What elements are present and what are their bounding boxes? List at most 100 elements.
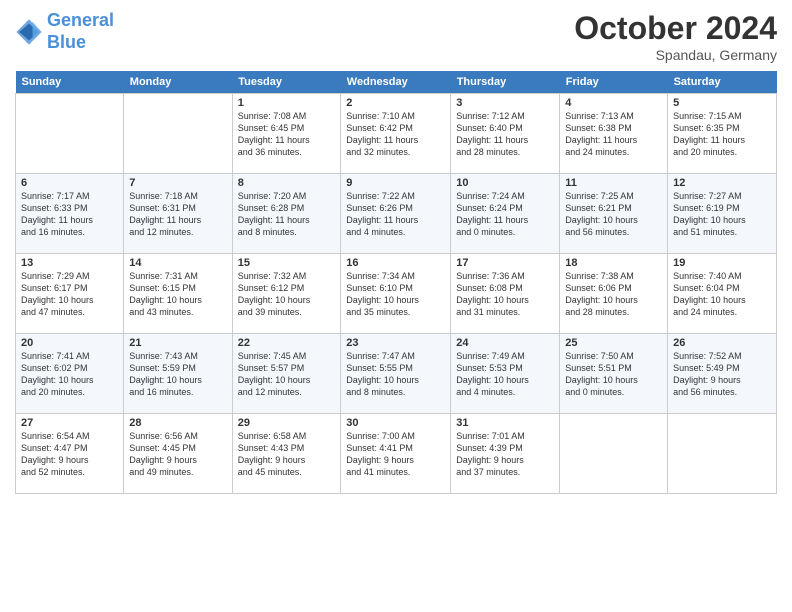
day-number: 17	[456, 257, 554, 269]
day-number: 31	[456, 417, 554, 429]
calendar-cell: 2Sunrise: 7:10 AM Sunset: 6:42 PM Daylig…	[341, 94, 451, 174]
cell-info: Sunrise: 7:31 AM Sunset: 6:15 PM Dayligh…	[129, 270, 226, 319]
cell-info: Sunrise: 7:29 AM Sunset: 6:17 PM Dayligh…	[21, 270, 118, 319]
calendar-cell: 6Sunrise: 7:17 AM Sunset: 6:33 PM Daylig…	[16, 174, 124, 254]
weekday-header-wednesday: Wednesday	[341, 71, 451, 94]
cell-info: Sunrise: 7:45 AM Sunset: 5:57 PM Dayligh…	[238, 350, 336, 399]
weekday-header-saturday: Saturday	[668, 71, 777, 94]
cell-info: Sunrise: 7:41 AM Sunset: 6:02 PM Dayligh…	[21, 350, 118, 399]
cell-info: Sunrise: 7:38 AM Sunset: 6:06 PM Dayligh…	[565, 270, 662, 319]
calendar-cell: 29Sunrise: 6:58 AM Sunset: 4:43 PM Dayli…	[232, 414, 341, 494]
logo-line2: Blue	[47, 32, 86, 52]
day-number: 12	[673, 177, 771, 189]
calendar-cell: 18Sunrise: 7:38 AM Sunset: 6:06 PM Dayli…	[560, 254, 668, 334]
day-number: 21	[129, 337, 226, 349]
day-number: 14	[129, 257, 226, 269]
day-number: 22	[238, 337, 336, 349]
cell-info: Sunrise: 7:50 AM Sunset: 5:51 PM Dayligh…	[565, 350, 662, 399]
cell-info: Sunrise: 7:17 AM Sunset: 6:33 PM Dayligh…	[21, 190, 118, 239]
day-number: 3	[456, 97, 554, 109]
cell-info: Sunrise: 7:10 AM Sunset: 6:42 PM Dayligh…	[346, 110, 445, 159]
cell-info: Sunrise: 7:13 AM Sunset: 6:38 PM Dayligh…	[565, 110, 662, 159]
cell-info: Sunrise: 6:58 AM Sunset: 4:43 PM Dayligh…	[238, 430, 336, 479]
calendar-cell: 8Sunrise: 7:20 AM Sunset: 6:28 PM Daylig…	[232, 174, 341, 254]
calendar-cell	[560, 414, 668, 494]
day-number: 2	[346, 97, 445, 109]
cell-info: Sunrise: 7:12 AM Sunset: 6:40 PM Dayligh…	[456, 110, 554, 159]
day-number: 25	[565, 337, 662, 349]
weekday-header-tuesday: Tuesday	[232, 71, 341, 94]
month-title: October 2024	[574, 10, 777, 47]
week-row-2: 6Sunrise: 7:17 AM Sunset: 6:33 PM Daylig…	[16, 174, 777, 254]
calendar-cell: 13Sunrise: 7:29 AM Sunset: 6:17 PM Dayli…	[16, 254, 124, 334]
weekday-header-sunday: Sunday	[16, 71, 124, 94]
calendar-cell: 24Sunrise: 7:49 AM Sunset: 5:53 PM Dayli…	[451, 334, 560, 414]
week-row-3: 13Sunrise: 7:29 AM Sunset: 6:17 PM Dayli…	[16, 254, 777, 334]
calendar-cell: 27Sunrise: 6:54 AM Sunset: 4:47 PM Dayli…	[16, 414, 124, 494]
calendar-cell: 5Sunrise: 7:15 AM Sunset: 6:35 PM Daylig…	[668, 94, 777, 174]
calendar-cell: 12Sunrise: 7:27 AM Sunset: 6:19 PM Dayli…	[668, 174, 777, 254]
logo-text: General Blue	[47, 10, 114, 53]
logo-icon	[15, 18, 43, 46]
calendar-cell: 28Sunrise: 6:56 AM Sunset: 4:45 PM Dayli…	[124, 414, 232, 494]
calendar-cell: 20Sunrise: 7:41 AM Sunset: 6:02 PM Dayli…	[16, 334, 124, 414]
day-number: 5	[673, 97, 771, 109]
cell-info: Sunrise: 7:20 AM Sunset: 6:28 PM Dayligh…	[238, 190, 336, 239]
calendar-cell: 19Sunrise: 7:40 AM Sunset: 6:04 PM Dayli…	[668, 254, 777, 334]
calendar-cell: 31Sunrise: 7:01 AM Sunset: 4:39 PM Dayli…	[451, 414, 560, 494]
cell-info: Sunrise: 7:00 AM Sunset: 4:41 PM Dayligh…	[346, 430, 445, 479]
cell-info: Sunrise: 7:15 AM Sunset: 6:35 PM Dayligh…	[673, 110, 771, 159]
day-number: 29	[238, 417, 336, 429]
calendar-cell: 25Sunrise: 7:50 AM Sunset: 5:51 PM Dayli…	[560, 334, 668, 414]
cell-info: Sunrise: 7:22 AM Sunset: 6:26 PM Dayligh…	[346, 190, 445, 239]
calendar-cell	[124, 94, 232, 174]
week-row-4: 20Sunrise: 7:41 AM Sunset: 6:02 PM Dayli…	[16, 334, 777, 414]
calendar-cell: 1Sunrise: 7:08 AM Sunset: 6:45 PM Daylig…	[232, 94, 341, 174]
calendar-cell: 7Sunrise: 7:18 AM Sunset: 6:31 PM Daylig…	[124, 174, 232, 254]
cell-info: Sunrise: 7:40 AM Sunset: 6:04 PM Dayligh…	[673, 270, 771, 319]
day-number: 11	[565, 177, 662, 189]
day-number: 4	[565, 97, 662, 109]
day-number: 26	[673, 337, 771, 349]
day-number: 28	[129, 417, 226, 429]
logo-line1: General	[47, 10, 114, 30]
cell-info: Sunrise: 7:25 AM Sunset: 6:21 PM Dayligh…	[565, 190, 662, 239]
day-number: 9	[346, 177, 445, 189]
calendar-cell: 14Sunrise: 7:31 AM Sunset: 6:15 PM Dayli…	[124, 254, 232, 334]
calendar-cell: 16Sunrise: 7:34 AM Sunset: 6:10 PM Dayli…	[341, 254, 451, 334]
calendar-cell: 4Sunrise: 7:13 AM Sunset: 6:38 PM Daylig…	[560, 94, 668, 174]
page: General Blue October 2024 Spandau, Germa…	[0, 0, 792, 612]
calendar-cell: 10Sunrise: 7:24 AM Sunset: 6:24 PM Dayli…	[451, 174, 560, 254]
calendar-cell: 15Sunrise: 7:32 AM Sunset: 6:12 PM Dayli…	[232, 254, 341, 334]
day-number: 15	[238, 257, 336, 269]
calendar-cell: 17Sunrise: 7:36 AM Sunset: 6:08 PM Dayli…	[451, 254, 560, 334]
calendar-cell	[16, 94, 124, 174]
day-number: 13	[21, 257, 118, 269]
day-number: 20	[21, 337, 118, 349]
day-number: 16	[346, 257, 445, 269]
calendar-cell: 21Sunrise: 7:43 AM Sunset: 5:59 PM Dayli…	[124, 334, 232, 414]
calendar-cell: 26Sunrise: 7:52 AM Sunset: 5:49 PM Dayli…	[668, 334, 777, 414]
day-number: 1	[238, 97, 336, 109]
week-row-1: 1Sunrise: 7:08 AM Sunset: 6:45 PM Daylig…	[16, 94, 777, 174]
day-number: 30	[346, 417, 445, 429]
day-number: 7	[129, 177, 226, 189]
header: General Blue October 2024 Spandau, Germa…	[15, 10, 777, 63]
weekday-header-monday: Monday	[124, 71, 232, 94]
day-number: 27	[21, 417, 118, 429]
day-number: 8	[238, 177, 336, 189]
calendar-cell: 3Sunrise: 7:12 AM Sunset: 6:40 PM Daylig…	[451, 94, 560, 174]
weekday-header-friday: Friday	[560, 71, 668, 94]
cell-info: Sunrise: 7:49 AM Sunset: 5:53 PM Dayligh…	[456, 350, 554, 399]
cell-info: Sunrise: 7:34 AM Sunset: 6:10 PM Dayligh…	[346, 270, 445, 319]
cell-info: Sunrise: 7:43 AM Sunset: 5:59 PM Dayligh…	[129, 350, 226, 399]
calendar-cell: 22Sunrise: 7:45 AM Sunset: 5:57 PM Dayli…	[232, 334, 341, 414]
calendar-cell: 9Sunrise: 7:22 AM Sunset: 6:26 PM Daylig…	[341, 174, 451, 254]
calendar-cell	[668, 414, 777, 494]
cell-info: Sunrise: 7:24 AM Sunset: 6:24 PM Dayligh…	[456, 190, 554, 239]
day-number: 10	[456, 177, 554, 189]
day-number: 19	[673, 257, 771, 269]
cell-info: Sunrise: 7:01 AM Sunset: 4:39 PM Dayligh…	[456, 430, 554, 479]
cell-info: Sunrise: 7:18 AM Sunset: 6:31 PM Dayligh…	[129, 190, 226, 239]
weekday-header-thursday: Thursday	[451, 71, 560, 94]
